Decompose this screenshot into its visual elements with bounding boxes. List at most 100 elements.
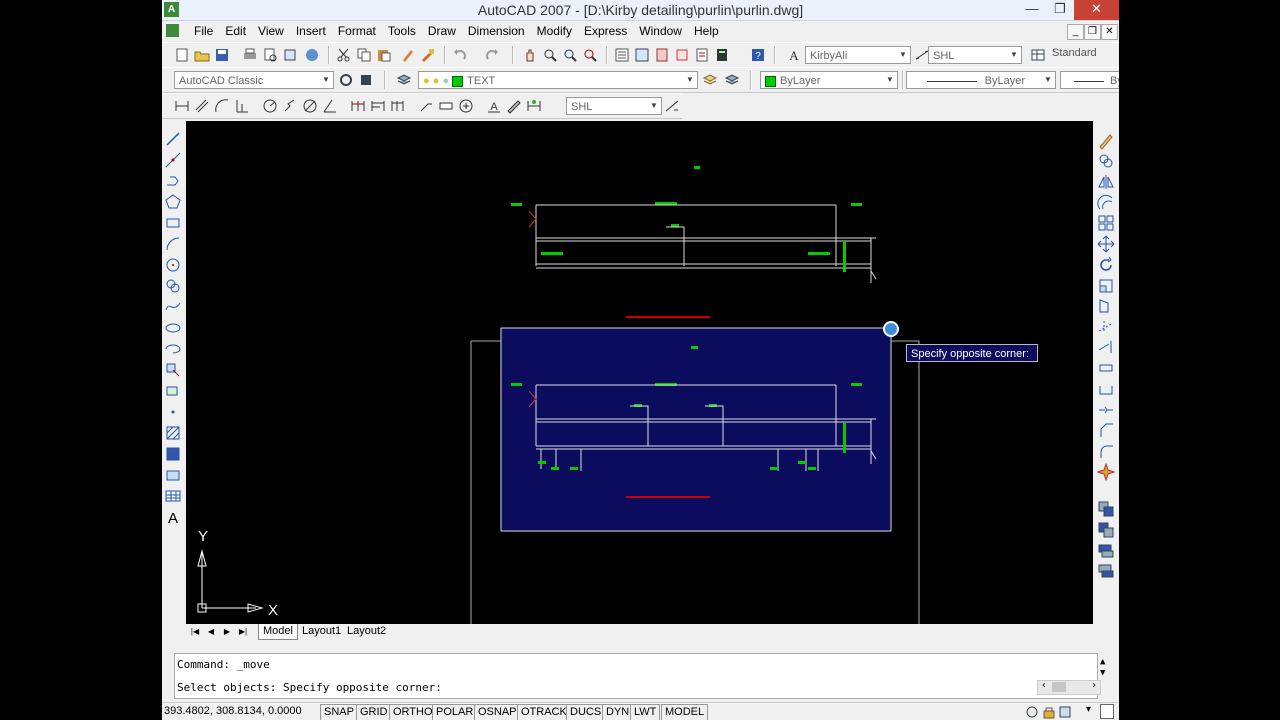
- dim-style-select[interactable]: SHL ▼: [928, 46, 1022, 64]
- help-icon[interactable]: ?: [750, 47, 766, 63]
- linetype-select[interactable]: ByLayer ▼: [906, 71, 1056, 89]
- zoom-window-icon[interactable]: [562, 47, 578, 63]
- diameter-dimension-icon[interactable]: [302, 98, 318, 114]
- region-icon[interactable]: [164, 466, 182, 484]
- layer-select[interactable]: ● ● ● TEXT ▼: [418, 71, 698, 89]
- ellipse-icon[interactable]: [164, 319, 182, 337]
- tool-palettes-icon[interactable]: [654, 47, 670, 63]
- snap-toggle[interactable]: SNAP: [320, 704, 358, 720]
- dimension-style-manager-icon[interactable]: [664, 98, 680, 114]
- command-prompt-line[interactable]: Select objects: Specify opposite corner:: [177, 681, 442, 694]
- markup-icon[interactable]: [694, 47, 710, 63]
- model-toggle[interactable]: MODEL: [661, 704, 709, 720]
- text-style-icon[interactable]: A: [786, 47, 802, 63]
- menu-insert[interactable]: Insert: [290, 23, 332, 39]
- continue-dimension-icon[interactable]: [390, 98, 406, 114]
- lineweight-select[interactable]: ByL: [1060, 71, 1119, 89]
- minimize-button[interactable]: —: [1018, 0, 1046, 20]
- table-style-icon[interactable]: [1030, 47, 1046, 63]
- zoom-previous-icon[interactable]: [582, 47, 598, 63]
- tolerance-icon[interactable]: [438, 98, 454, 114]
- match-properties-icon[interactable]: [400, 47, 416, 63]
- circle-icon[interactable]: [164, 256, 182, 274]
- erase-icon[interactable]: [1097, 132, 1115, 150]
- break-icon[interactable]: [1097, 380, 1115, 398]
- offset-icon[interactable]: [1097, 194, 1115, 212]
- drawing-canvas[interactable]: Y X: [186, 121, 1093, 624]
- menu-draw[interactable]: Draw: [422, 23, 462, 39]
- osnap-toggle[interactable]: OSNAP: [474, 704, 521, 720]
- redo-icon[interactable]: [484, 47, 500, 63]
- quick-leader-icon[interactable]: [418, 98, 434, 114]
- layer-properties-icon[interactable]: [396, 72, 412, 88]
- undo-icon[interactable]: [452, 47, 468, 63]
- fillet-icon[interactable]: [1097, 442, 1115, 460]
- arc-length-icon[interactable]: [214, 98, 230, 114]
- point-icon[interactable]: [164, 403, 182, 421]
- table-icon[interactable]: [164, 487, 182, 505]
- previous-tab-icon[interactable]: ◀: [204, 626, 218, 638]
- menu-format[interactable]: Format: [332, 23, 382, 39]
- menu-tools[interactable]: Tools: [382, 23, 422, 39]
- menu-window[interactable]: Window: [633, 23, 688, 39]
- arc-icon[interactable]: [164, 235, 182, 253]
- baseline-dimension-icon[interactable]: [370, 98, 386, 114]
- pan-icon[interactable]: [522, 47, 538, 63]
- join-icon[interactable]: [1097, 401, 1115, 419]
- polyline-icon[interactable]: [164, 172, 182, 190]
- lwt-toggle[interactable]: LWT: [630, 704, 661, 720]
- toolbar-lock-icon[interactable]: [1042, 705, 1056, 719]
- 3d-dwf-icon[interactable]: [304, 47, 320, 63]
- last-tab-icon[interactable]: ▶|: [236, 626, 250, 638]
- aligned-dimension-icon[interactable]: [194, 98, 210, 114]
- mirror-icon[interactable]: [1097, 173, 1115, 191]
- line-icon[interactable]: [164, 130, 182, 148]
- copy-object-icon[interactable]: [1097, 152, 1115, 170]
- rotate-icon[interactable]: [1097, 256, 1115, 274]
- plot-preview-icon[interactable]: [262, 47, 278, 63]
- menu-help[interactable]: Help: [688, 23, 725, 39]
- sheet-set-icon[interactable]: [674, 47, 690, 63]
- array-icon[interactable]: [1097, 214, 1115, 232]
- clean-screen-icon[interactable]: [1100, 704, 1114, 719]
- dimension-update-icon[interactable]: [526, 98, 542, 114]
- design-center-icon[interactable]: [634, 47, 650, 63]
- tab-layout2[interactable]: Layout2: [343, 624, 390, 639]
- menu-edit[interactable]: Edit: [219, 23, 252, 39]
- tray-settings-icon[interactable]: [1058, 705, 1072, 719]
- break-at-point-icon[interactable]: [1097, 359, 1115, 377]
- jogged-dimension-icon[interactable]: [282, 98, 298, 114]
- tab-model[interactable]: Model: [258, 624, 298, 640]
- polygon-icon[interactable]: [164, 193, 182, 211]
- quick-dimension-icon[interactable]: [350, 98, 366, 114]
- ortho-toggle[interactable]: ORTHO: [389, 704, 437, 720]
- explode-icon[interactable]: [1097, 463, 1115, 481]
- doc-restore-button[interactable]: ❐: [1084, 24, 1101, 40]
- cut-icon[interactable]: [336, 47, 352, 63]
- close-button[interactable]: ✕: [1074, 0, 1119, 20]
- otrack-toggle[interactable]: OTRACK: [517, 704, 571, 720]
- construction-line-icon[interactable]: [164, 151, 182, 169]
- open-folder-icon[interactable]: [194, 47, 210, 63]
- scroll-left-icon[interactable]: ‹: [1041, 680, 1047, 691]
- doc-close-button[interactable]: ✕: [1101, 24, 1118, 40]
- menu-view[interactable]: View: [252, 23, 290, 39]
- workspace-settings-icon[interactable]: [338, 72, 354, 88]
- chamfer-icon[interactable]: [1097, 421, 1115, 439]
- status-menu-chevron-icon[interactable]: ▾: [1086, 704, 1091, 715]
- draworder-front-icon[interactable]: [1097, 500, 1115, 518]
- table-style-label[interactable]: Standard: [1052, 47, 1097, 59]
- rectangle-icon[interactable]: [164, 214, 182, 232]
- make-current-layer-icon[interactable]: [702, 72, 718, 88]
- layer-previous-icon[interactable]: [724, 72, 740, 88]
- insert-block-icon[interactable]: [164, 361, 182, 379]
- scroll-down-icon[interactable]: ▼: [1100, 668, 1105, 678]
- dim-style-current-select[interactable]: SHL ▼: [566, 97, 662, 115]
- angular-dimension-icon[interactable]: [322, 98, 338, 114]
- publish-icon[interactable]: [282, 47, 298, 63]
- properties-icon[interactable]: [614, 47, 630, 63]
- dimension-edit-icon[interactable]: A: [486, 98, 502, 114]
- extend-icon[interactable]: [1097, 338, 1115, 356]
- hatch-icon[interactable]: [164, 424, 182, 442]
- menu-modify[interactable]: Modify: [531, 23, 578, 39]
